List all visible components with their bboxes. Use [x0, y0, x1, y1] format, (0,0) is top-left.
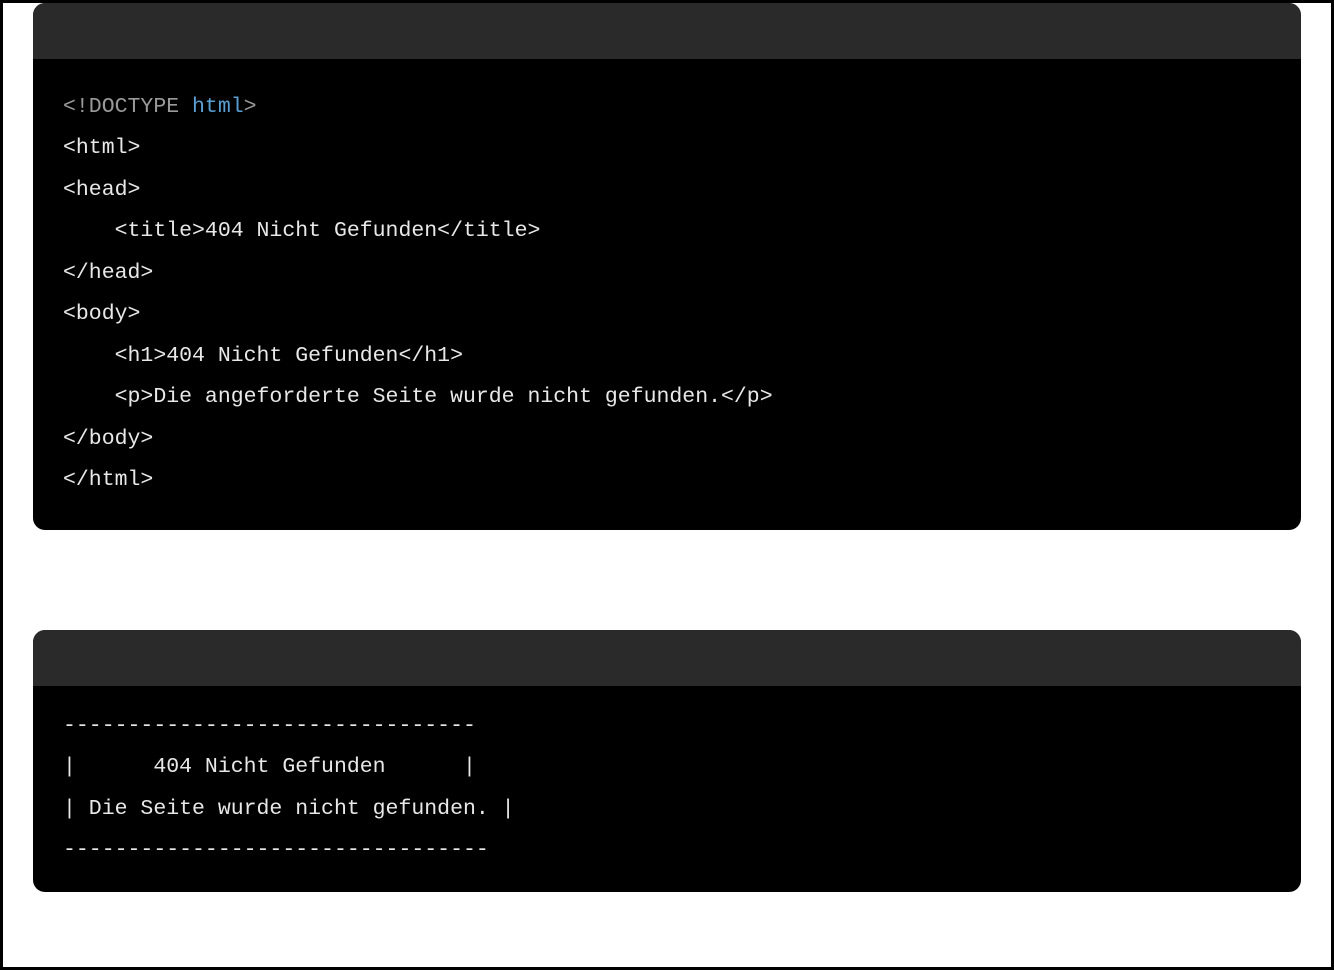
code-line: <head> [63, 178, 140, 202]
code-line: <p>Die angeforderte Seite wurde nicht ge… [63, 385, 773, 409]
code-block-ascii: -------------------------------- | 404 N… [33, 630, 1301, 892]
spacer [33, 560, 1301, 630]
ascii-line: | 404 Nicht Gefunden | [63, 755, 476, 779]
ascii-line: -------------------------------- [63, 714, 476, 738]
content-area: <!DOCTYPE html> <html> <head> <title>404… [3, 3, 1331, 922]
code-line: <body> [63, 302, 140, 326]
outer-frame: <!DOCTYPE html> <html> <head> <title>404… [0, 0, 1334, 970]
code-line: </head> [63, 261, 153, 285]
doctype-close: > [244, 95, 257, 119]
ascii-line: | Die Seite wurde nicht gefunden. | [63, 797, 515, 821]
code-block-body: <!DOCTYPE html> <html> <head> <title>404… [33, 59, 1301, 530]
code-block-header [33, 630, 1301, 686]
code-line: <title>404 Nicht Gefunden</title> [63, 219, 540, 243]
code-line: <h1>404 Nicht Gefunden</h1> [63, 344, 463, 368]
code-block-body: -------------------------------- | 404 N… [33, 686, 1301, 892]
code-line: <html> [63, 136, 140, 160]
code-line: </html> [63, 468, 153, 492]
code-line: </body> [63, 427, 153, 451]
doctype-open: <!DOCTYPE [63, 95, 192, 119]
code-block-header [33, 3, 1301, 59]
html-keyword: html [192, 95, 244, 119]
ascii-line: --------------------------------- [63, 838, 489, 862]
code-block-html: <!DOCTYPE html> <html> <head> <title>404… [33, 3, 1301, 530]
